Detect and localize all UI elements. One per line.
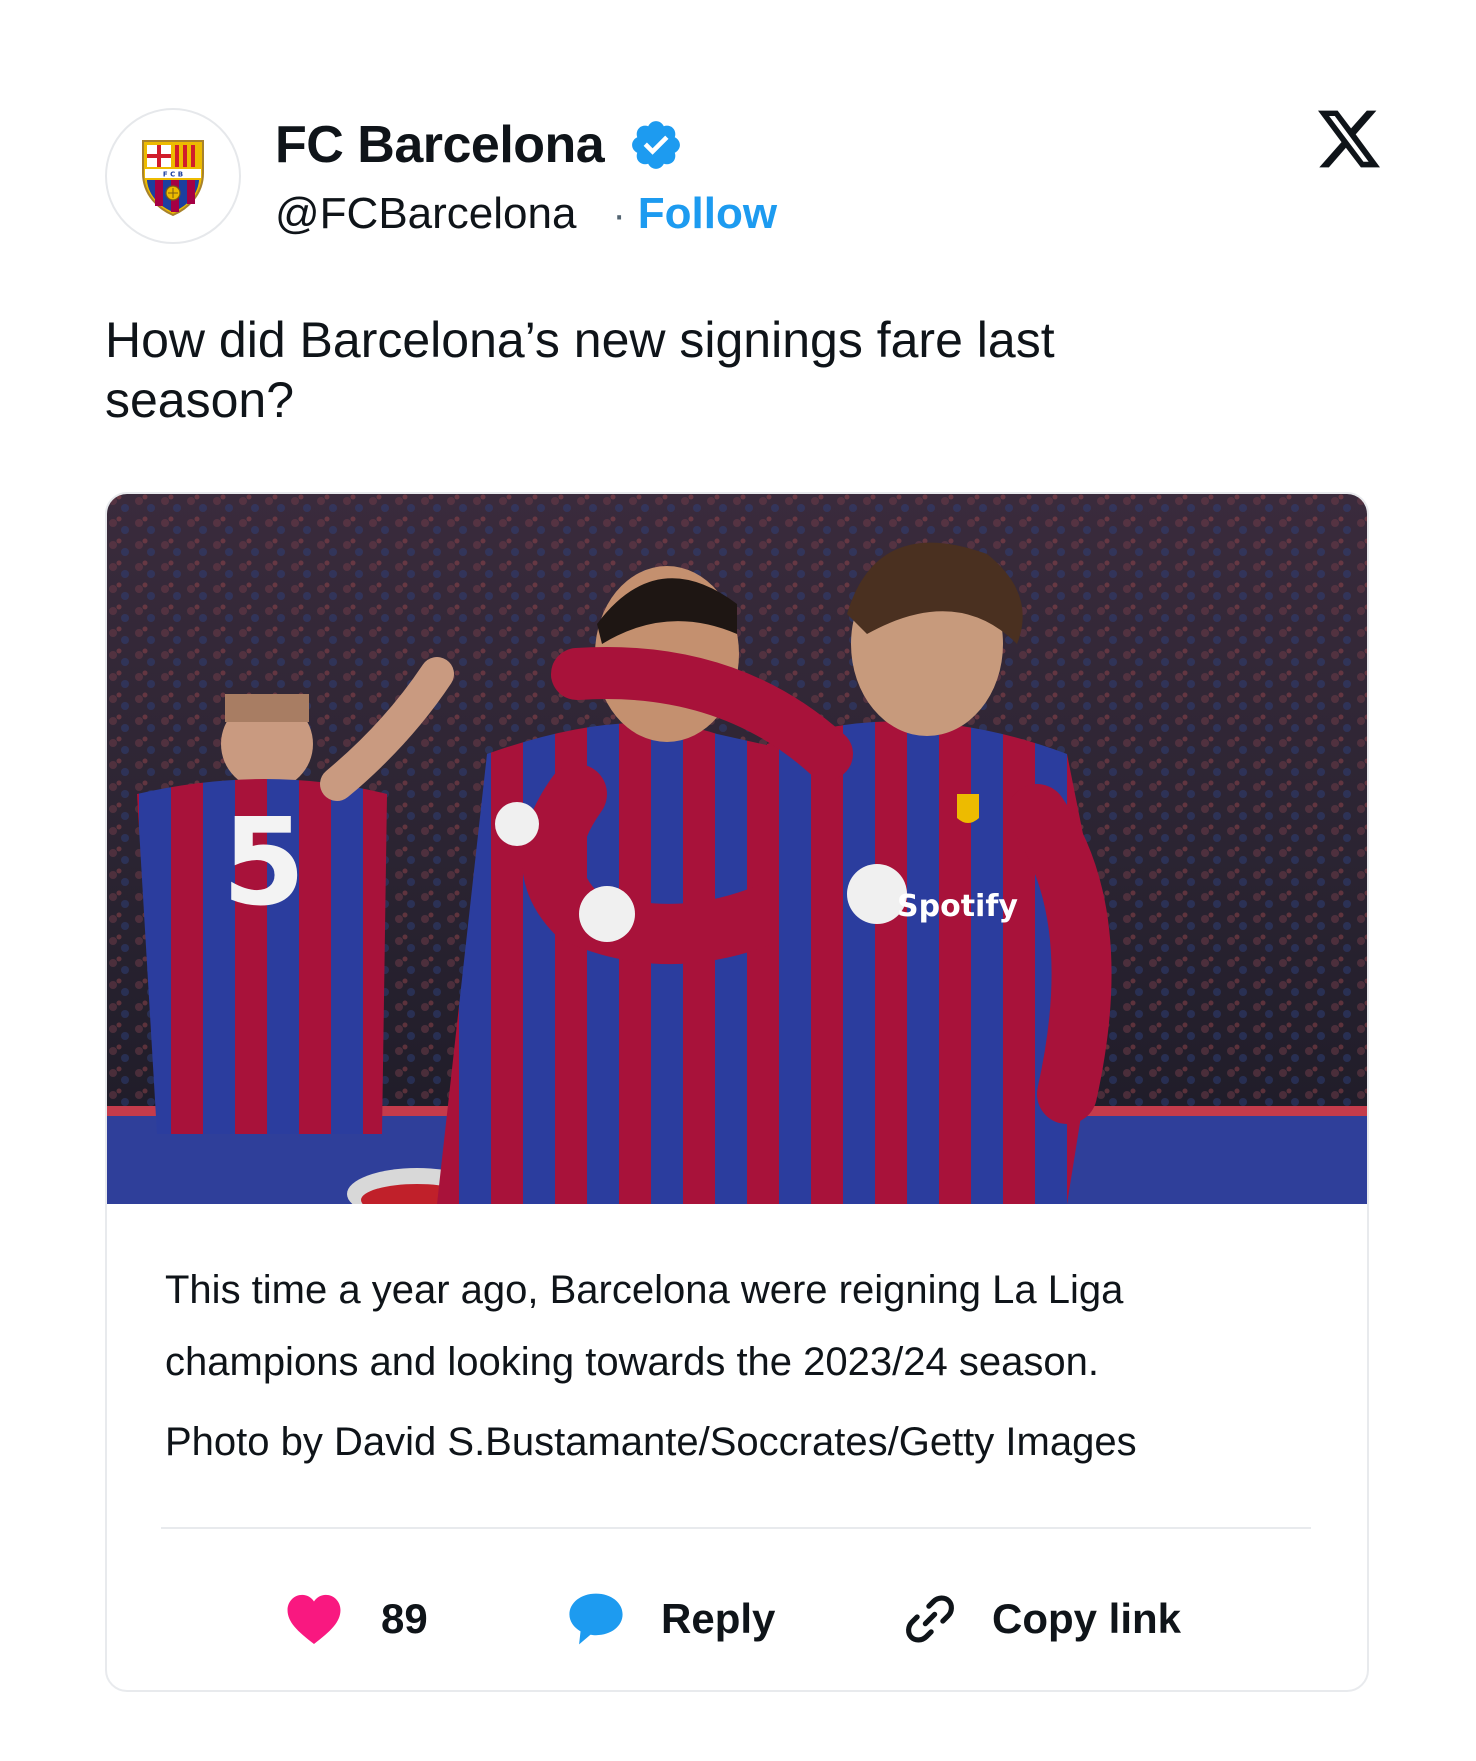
svg-text:Spotify: Spotify (897, 889, 1018, 924)
copy-link-label: Copy link (992, 1595, 1182, 1642)
follow-button[interactable]: Follow (638, 189, 777, 239)
heart-icon (287, 1594, 341, 1645)
copy-link-button[interactable]: Copy link (902, 1564, 1181, 1674)
svg-text:5: 5 (222, 794, 306, 933)
speech-bubble-icon (569, 1593, 623, 1645)
like-count: 89 (381, 1595, 428, 1642)
svg-text:F C B: F C B (163, 171, 183, 179)
tweet-header: F C B FC Barcelona @FCBarcelona · Follow (105, 105, 1380, 250)
separator-dot: · (612, 193, 626, 237)
verified-badge-icon (632, 121, 681, 169)
display-name[interactable]: FC Barcelona (275, 115, 605, 175)
fc-barcelona-crest-icon: F C B (142, 140, 204, 217)
divider (161, 1527, 1311, 1529)
reply-label: Reply (661, 1595, 776, 1642)
link-icon (906, 1595, 954, 1643)
card-caption: This time a year ago, Barcelona were rei… (165, 1268, 1124, 1384)
tweet-text: How did Barcelona’s new signings fare la… (105, 312, 1055, 428)
like-button[interactable]: 89 (285, 1564, 428, 1674)
photo-credit: Photo by David S.Bustamante/Soccrates/Ge… (165, 1420, 1137, 1464)
account-handle[interactable]: @FCBarcelona (275, 189, 576, 239)
reply-button[interactable]: Reply (567, 1564, 775, 1674)
link-card[interactable]: 5 Spotify This time a year ago, Barcelon… (105, 492, 1369, 1692)
x-logo-icon[interactable] (1318, 110, 1380, 168)
avatar[interactable]: F C B (105, 108, 241, 244)
action-bar: 89 Reply Copy link (107, 1564, 1367, 1674)
players-celebrating-photo: 5 Spotify (107, 494, 1367, 1204)
